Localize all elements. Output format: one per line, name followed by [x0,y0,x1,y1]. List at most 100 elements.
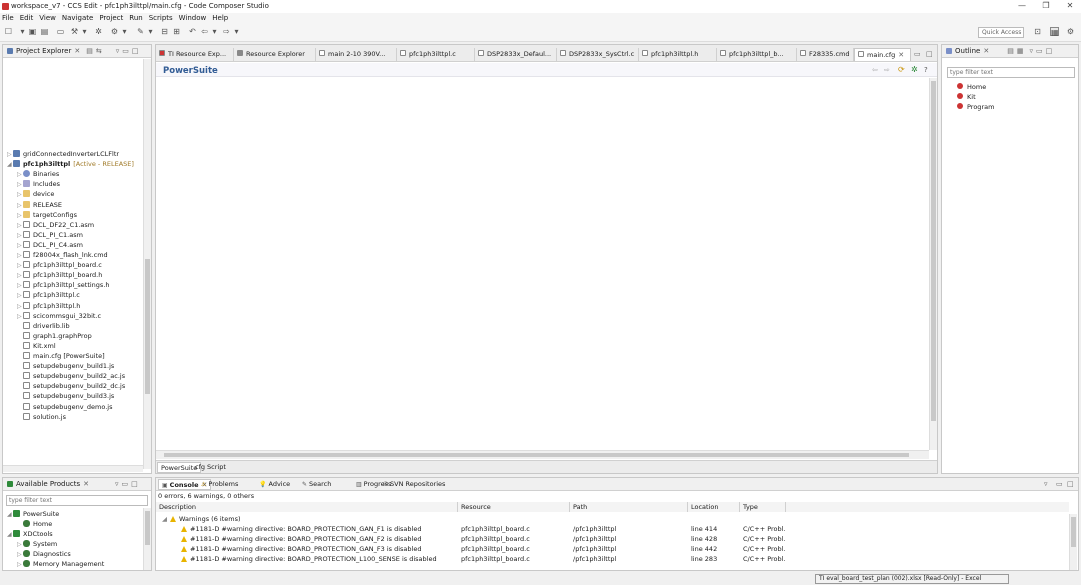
product-tree-item[interactable]: ◢ XDCtools [7,529,53,539]
outline-item[interactable]: Home [957,82,986,92]
editor-vertical-scrollbar[interactable] [929,78,937,450]
tree-item[interactable]: ◢ pfc1ph3ilttpl [Active - RELEASE] [7,159,134,169]
console-icon[interactable]: ▭ [56,27,65,36]
view-menu-icon[interactable]: ▿ [116,47,120,55]
outline-title[interactable]: Outline [955,47,980,55]
new-icon[interactable]: ☐ [4,27,13,36]
product-tree-item[interactable]: ▷ Diagnostics [17,549,71,559]
tree-item[interactable]: setupdebugenv_build3.js [17,391,114,401]
menu-edit[interactable]: Edit [20,14,34,22]
maximize-icon[interactable]: □ [131,480,138,488]
tree-item[interactable]: ▷ Includes [17,179,60,189]
menu-run[interactable]: Run [129,14,142,22]
scrollbar-thumb[interactable] [145,259,150,394]
editor-tab[interactable]: main.cfg ✕ [854,48,911,61]
problem-cell[interactable]: #1181-D #warning directive: BOARD_PROTEC… [181,534,458,544]
bottom-tab[interactable]: ⚠ Problems [198,479,241,490]
editor-tab[interactable]: main 2-10 390V... [316,48,397,61]
tree-item[interactable]: ▷ DCL_PI_C4.asm [17,240,83,250]
maximize-icon[interactable]: □ [1067,480,1074,488]
product-tree-item[interactable]: ▷ Memory Management [17,559,104,569]
tree-item[interactable]: ▷ targetConfigs [17,210,77,220]
scrollbar-thumb[interactable] [1071,517,1076,547]
product-tree-item[interactable]: ▷ System [17,539,57,549]
menu-scripts[interactable]: Scripts [149,14,173,22]
forward-icon[interactable]: ⇨ [884,66,890,74]
tree-item[interactable]: ▷ scicommsgui_32bit.c [17,311,101,321]
ccs-edit-perspective-icon[interactable]: ▦ [1050,27,1059,37]
menu-project[interactable]: Project [99,14,123,22]
editor-tab[interactable]: Resource Explorer [234,48,316,61]
column-header[interactable]: Description [156,502,458,512]
bottom-tab[interactable]: 💡 Advice [256,479,293,490]
bottom-tab[interactable]: ✎ Search [299,479,334,490]
view-menu-icon[interactable]: ▿ [115,480,119,488]
column-header[interactable]: Path [570,502,688,512]
tree-item[interactable]: ▷ device [17,189,54,199]
tree-item[interactable]: ▷ pfc1ph3ilttpl_settings.h [17,280,110,290]
tree-item[interactable]: driverlib.lib [17,321,70,331]
save-icon[interactable]: ▣ [28,27,37,36]
editor-horizontal-scrollbar[interactable] [156,450,929,459]
editor-tab[interactable]: pfc1ph3ilttpl_b... [717,48,797,61]
minimize-icon[interactable]: ▭ [914,50,921,58]
editor-tab[interactable]: pfc1ph3ilttpl.c [397,48,475,61]
close-icon[interactable]: ✕ [74,47,80,55]
maximize-icon[interactable]: □ [1046,47,1053,55]
pin-icon[interactable]: ⊞ [172,27,181,36]
outline-filter-input[interactable] [947,67,1075,78]
tree-item[interactable]: graph1.graphProp [17,331,92,341]
refresh-icon[interactable]: ⟳ [898,65,905,74]
problems-scrollbar[interactable] [1069,514,1077,570]
bottom-tab[interactable]: ⛁ SVN Repositories [380,479,448,490]
scrollbar-thumb[interactable] [931,81,936,421]
back-arrow-icon[interactable]: ↶ [188,27,197,36]
tree-item[interactable]: ▷ gridConnectedInverterLCLFltr [7,149,119,159]
column-header[interactable]: Type [740,502,786,512]
products-scrollbar[interactable] [143,508,151,570]
tree-item[interactable]: ▷ DCL_DF22_C1.asm [17,220,94,230]
next-arrow-icon[interactable]: ⇨ [222,27,231,36]
outline-item[interactable]: Program [957,102,994,112]
menu-navigate[interactable]: Navigate [62,14,93,22]
scrollbar-thumb[interactable] [164,453,909,457]
problem-cell[interactable]: #1181-D #warning directive: BOARD_PROTEC… [181,554,458,564]
products-filter-input[interactable] [6,495,148,506]
chevron-down-icon[interactable]: ▾ [120,27,129,36]
link-editor-icon[interactable]: ⇆ [96,47,102,55]
minimize-icon[interactable]: ▭ [122,480,129,488]
outline-item[interactable]: Kit [957,92,976,102]
collapse-all-icon[interactable]: ▤ [86,47,93,55]
help-icon[interactable]: ? [924,66,928,74]
tree-item[interactable]: ▷ pfc1ph3ilttpl.c [17,290,80,300]
chevron-down-icon[interactable]: ▾ [146,27,155,36]
project-explorer-scrollbar[interactable] [143,59,151,469]
flash-icon[interactable]: ✎ [136,27,145,36]
menu-window[interactable]: Window [179,14,207,22]
editor-tab[interactable]: pfc1ph3ilttpl.h [639,48,717,61]
back-icon[interactable]: ⇦ [872,66,878,74]
close-icon[interactable]: ✕ [898,51,904,59]
product-tree-item[interactable]: ◢ PowerSuite [7,509,59,519]
maximize-icon[interactable]: □ [926,50,933,58]
horizontal-scrollbar[interactable] [3,465,143,472]
minimize-icon[interactable]: ▭ [1056,480,1063,488]
close-icon[interactable]: ✕ [83,480,89,488]
column-header[interactable]: Resource [458,502,570,512]
chevron-down-icon[interactable]: ▾ [210,27,219,36]
project-explorer-title[interactable]: Project Explorer [16,47,71,55]
menu-file[interactable]: File [2,14,14,22]
tree-item[interactable]: setupdebugenv_build2_dc.js [17,381,125,391]
view-menu-icon[interactable]: ▿ [1029,47,1033,55]
settings-icon[interactable]: ✲ [911,65,918,74]
twisty-icon[interactable]: ◢ [162,515,167,523]
tree-item[interactable]: main.cfg [PowerSuite] [17,351,105,361]
product-tree-item[interactable]: Home [17,519,52,529]
close-icon[interactable]: ✕ [983,47,989,55]
filter-icon[interactable]: ▦ [1017,47,1024,55]
scrollbar-thumb[interactable] [145,511,150,545]
tree-item[interactable]: ▷ pfc1ph3ilttpl_board.h [17,270,102,280]
debug-bug-icon[interactable]: ✲ [94,27,103,36]
tree-item[interactable]: Kit.xml [17,341,56,351]
tree-item[interactable]: setupdebugenv_demo.js [17,402,112,412]
